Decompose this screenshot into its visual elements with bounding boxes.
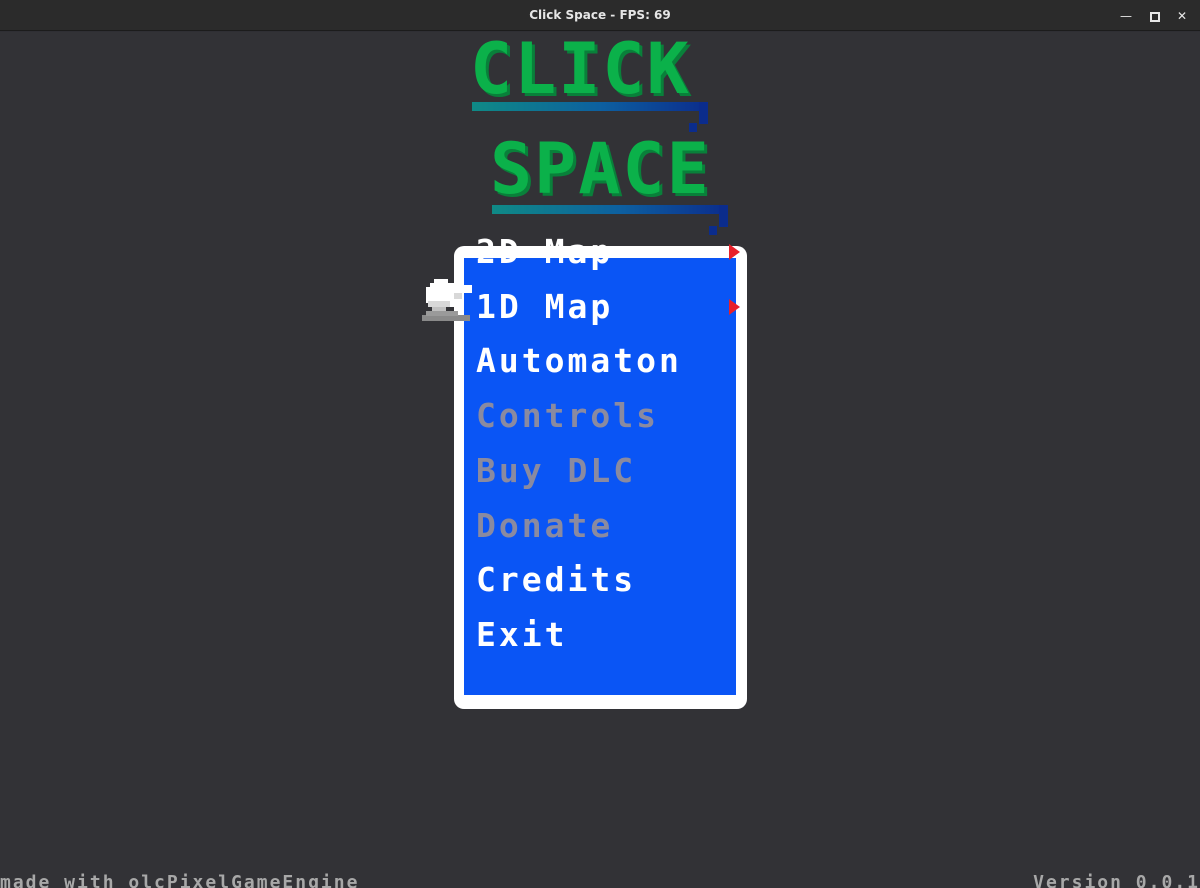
logo-underline-hook: [699, 102, 708, 124]
menu-item-1d-map[interactable]: 1D Map: [476, 287, 732, 327]
game-canvas[interactable]: CLICK SPACE 2D Map 1D Map Automaton Control…: [0, 32, 1200, 888]
logo-word-click: CLICK: [470, 32, 691, 110]
window-title: Click Space - FPS: 69: [529, 8, 671, 22]
maximize-icon[interactable]: [1145, 6, 1165, 26]
submenu-arrow-icon: [729, 244, 740, 260]
menu-item-automaton[interactable]: Automaton: [476, 341, 732, 381]
menu-item-2d-map[interactable]: 2D Map: [476, 232, 732, 272]
close-icon[interactable]: ✕: [1172, 6, 1192, 26]
version-text: Version 0.0.1: [1033, 872, 1200, 888]
menu-item-buy-dlc: Buy DLC: [476, 451, 637, 490]
logo-underline: [492, 205, 728, 214]
engine-credit-text: made with olcPixelGameEngine: [0, 872, 360, 888]
menu-item-donate: Donate: [476, 506, 614, 545]
logo-underline-hook: [719, 205, 728, 227]
menu-item-credits[interactable]: Credits: [476, 560, 732, 600]
logo-underline: [472, 102, 708, 111]
pointing-hand-icon: [422, 279, 472, 321]
menu-item-controls: Controls: [476, 396, 659, 435]
minimize-icon[interactable]: —: [1116, 6, 1136, 26]
logo-word-space: SPACE: [490, 128, 711, 210]
menu-item-exit[interactable]: Exit: [476, 615, 732, 655]
window-titlebar[interactable]: Click Space - FPS: 69 — ✕: [0, 0, 1200, 31]
submenu-arrow-icon: [729, 299, 740, 315]
